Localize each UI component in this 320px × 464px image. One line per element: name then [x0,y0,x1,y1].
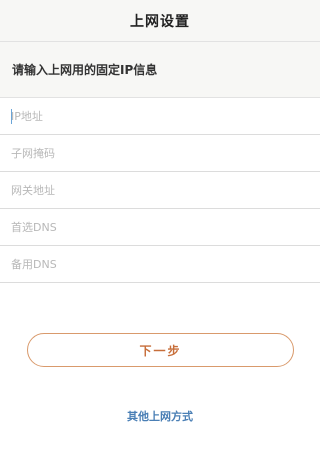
instruction-text: 请输入上网用的固定IP信息 [12,63,158,77]
ip-address-input[interactable] [11,104,291,128]
primary-dns-row [0,209,320,246]
other-connection-method-link[interactable]: 其他上网方式 [0,408,320,424]
instruction-panel: 请输入上网用的固定IP信息 [0,42,320,98]
gateway-input[interactable] [11,178,291,202]
ip-address-row [0,98,320,135]
subnet-mask-input[interactable] [11,141,291,165]
page-title: 上网设置 [130,13,190,30]
gateway-row [0,172,320,209]
secondary-dns-row [0,246,320,283]
primary-dns-input[interactable] [11,215,291,239]
secondary-dns-input[interactable] [11,252,291,276]
ip-form [0,98,320,283]
subnet-mask-row [0,135,320,172]
text-cursor [11,109,12,124]
next-step-button[interactable]: 下一步 [27,333,294,367]
top-bar: 上网设置 [0,0,320,42]
